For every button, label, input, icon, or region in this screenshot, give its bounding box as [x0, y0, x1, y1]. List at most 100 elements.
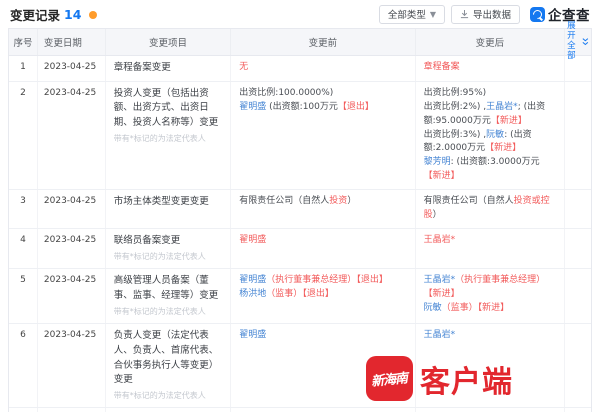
entity-link[interactable]: 王晶岩*: [424, 275, 456, 285]
cell-line: 王晶岩*（执行董事兼总经理） 【新进】: [424, 274, 556, 302]
cell-line: 翟明盛（执行董事兼总经理）【退出】: [239, 274, 406, 288]
before-change-cell: 出资比例:100.0000%) 翟明盛 (出资额:100万元【退出】: [230, 81, 414, 190]
cell-text-segment: ）: [432, 210, 442, 221]
after-change-cell: 出资比例:95%) 出资比例:2%) ,王晶岩*; (出资额:95.0000万元【…: [414, 81, 564, 190]
cell-text-segment: （执行董事兼总经理）: [455, 275, 546, 286]
xinhainan-logo-icon: 新海南: [366, 356, 413, 401]
header-col-before: 变更前: [230, 29, 414, 55]
cell-line: 出资比例:3%) ,阮敏: (出资额:2.0000万元【新进】: [424, 129, 556, 157]
change-item-cell: 投资人变更（包括出资额、出资方式、出资日期、投资人名称等）变更带有*标记的为法定…: [104, 81, 231, 190]
cell-text-segment: 【新进】: [477, 303, 510, 314]
cell-line: 翟明盛 (出资额:100万元【退出】: [239, 101, 406, 115]
entity-link[interactable]: 杨洪地: [239, 289, 266, 299]
change-item-cell: 负责人变更（法定代表人、负责人、首席代表、合伙事务执行人等变更）变更 带有*标记的…: [104, 324, 231, 408]
cell-text-segment: 【新进】: [485, 143, 522, 154]
table-row: 2 2023-04-25 投资人变更（包括出资额、出资方式、出资日期、投资人名称等）…: [9, 81, 591, 191]
entity-link[interactable]: 翟明盛: [239, 102, 266, 112]
watermark: 新海南 客户端: [366, 356, 513, 401]
cell-text-segment: （执行董事兼总经理）: [266, 275, 357, 286]
cell-text-segment: (出资额:100万元: [266, 101, 338, 112]
download-icon: [460, 9, 469, 18]
expand-cell: [564, 324, 591, 408]
cell-line: 出资比例:2%) ,王晶岩*; (出资额:95.0000万元【新进】: [424, 101, 556, 129]
entity-link[interactable]: 翟明盛: [239, 330, 266, 340]
row-number: 5: [20, 275, 26, 286]
entity-link[interactable]: 翟明盛: [239, 275, 266, 285]
change-date: 2023-04-25: [36, 81, 105, 190]
after-change-cell: 王晶岩*: [414, 229, 564, 269]
cell-line: 王晶岩*: [424, 234, 556, 248]
change-item-label: 联络员备案变更: [113, 235, 181, 247]
toolbar: 全部类型 ▼ 导出数据 企查查: [378, 4, 590, 24]
entity-link[interactable]: 阮敏: [486, 130, 504, 140]
entity-link[interactable]: 阮敏: [424, 303, 442, 313]
legal-rep-note: 带有*标记的为法定代表人: [113, 133, 206, 143]
cell-text-segment: 有限责任公司（自然人: [423, 196, 514, 207]
change-item-label: 高级管理人员备案（董事、监事、经理等）变更: [113, 275, 219, 301]
hot-dot-icon: [89, 10, 98, 19]
cell-line: 阮敏（监事）【新进】: [424, 302, 556, 316]
after-change-cell: 有限责任公司（自然人投资或控股）: [414, 190, 564, 229]
row-number: 6: [20, 330, 26, 341]
expand-cell: [564, 269, 591, 324]
cell-text-segment: 有限责任公司（自然人: [239, 196, 330, 207]
change-item-label: 市场主体类型变更变更: [113, 196, 209, 208]
before-change-cell: 翟明盛: [230, 229, 414, 269]
header-col-item: 变更项目: [104, 29, 231, 55]
double-chevron-down-icon: [582, 38, 589, 46]
chevron-down-icon: ▼: [429, 9, 436, 19]
cell-text-segment: 出资比例:95%): [423, 87, 487, 98]
change-item-cell: 财务负责人变更: [104, 408, 231, 412]
cell-text-segment: 【新进】: [490, 115, 527, 126]
before-change-cell: 有限责任公司（自然人投资）: [230, 190, 414, 229]
before-change-cell: 郝培霞 (财务负责人): [230, 408, 414, 412]
change-item-label: 负责人变更（法定代表人、负责人、首席代表、合伙事务执行人等变更）变更: [113, 330, 219, 386]
cell-text-segment: （监事）: [266, 289, 303, 300]
change-item-cell: 市场主体类型变更变更: [104, 190, 231, 229]
change-item-label: 投资人变更（包括出资额、出资方式、出资日期、投资人名称等）变更: [113, 87, 219, 129]
cell-line: 杨洪地（监事）【退出】: [239, 288, 406, 302]
table-row: 3 2023-04-25 市场主体类型变更变更 有限责任公司（自然人投资） 有限责任公司…: [9, 190, 591, 230]
cell-line: 出资比例:95%): [424, 87, 556, 101]
cell-line: 有限责任公司（自然人投资）: [239, 195, 406, 209]
row-number: 7: [9, 408, 37, 412]
entity-link[interactable]: 王晶岩*: [486, 102, 518, 112]
cell-line: 王晶岩*: [424, 329, 556, 343]
change-date: 2023-04-25: [36, 324, 105, 408]
cell-line: 出资比例:100.0000%): [239, 87, 406, 101]
qichacha-icon: [530, 6, 545, 22]
cell-text-segment: 无: [239, 62, 249, 72]
change-record-table: 序号 变更日期 变更项目 变更前 变更后 展开 全部 1 2023-04-25 章程…: [8, 22, 592, 412]
cell-line: 黎芳明: (出资额:3.0000万元【新进】: [424, 156, 556, 184]
cell-text-segment: 【新进】: [423, 289, 460, 300]
header-col-expand: 展开 全部: [564, 22, 591, 61]
legal-rep-note: 带有*标记的为法定代表人: [113, 306, 206, 316]
change-date: 2023-04-25: [36, 56, 105, 81]
cell-text-segment: : (出资额:3.0000万元: [450, 157, 540, 168]
after-change-cell: 王晶岩*（执行董事兼总经理）【新进】 阮敏（监事）【新进】: [414, 269, 564, 324]
export-label: 导出数据: [472, 10, 511, 21]
cell-text-segment: 章程备案: [423, 62, 460, 72]
entity-link[interactable]: 黎芳明: [424, 157, 451, 167]
cell-text-segment: （监事）: [441, 303, 478, 314]
table-row: 72023-04-25财务负责人变更郝培霞 (财务负责人)黎芳明 (财务负责人): [9, 408, 591, 412]
cell-line: 有限责任公司（自然人投资或控股）: [424, 195, 556, 223]
cell-line: 翟明盛: [239, 234, 406, 248]
cell-line: 章程备案: [424, 61, 556, 75]
cell-text-segment: 【退出】: [356, 275, 388, 286]
change-item-cell: 章程备案变更: [104, 56, 231, 81]
change-date: 2023-04-25: [36, 408, 105, 412]
row-number: 4: [20, 235, 26, 246]
page: 变更记录 14 全部类型 ▼ 导出数据 企查查 序号 变更日期 变更项目 变更前…: [0, 0, 600, 412]
header-col-after: 变更后: [414, 29, 564, 55]
expand-cell: [564, 190, 591, 229]
cell-line: 无: [239, 61, 406, 75]
cell-text-segment: 翟明盛: [239, 235, 267, 246]
export-button[interactable]: 导出数据: [450, 4, 520, 24]
type-filter-button[interactable]: 全部类型 ▼: [378, 4, 445, 24]
cell-line: 翟明盛: [239, 329, 406, 343]
before-change-cell: 翟明盛（执行董事兼总经理）【退出】 杨洪地（监事）【退出】: [230, 269, 414, 324]
legal-rep-note: 带有*标记的为法定代表人: [113, 251, 206, 261]
entity-link[interactable]: 王晶岩*: [424, 330, 456, 340]
table-row: 4 2023-04-25 联络员备案变更 带有*标记的为法定代表人 翟明盛 王晶岩*: [9, 229, 591, 270]
